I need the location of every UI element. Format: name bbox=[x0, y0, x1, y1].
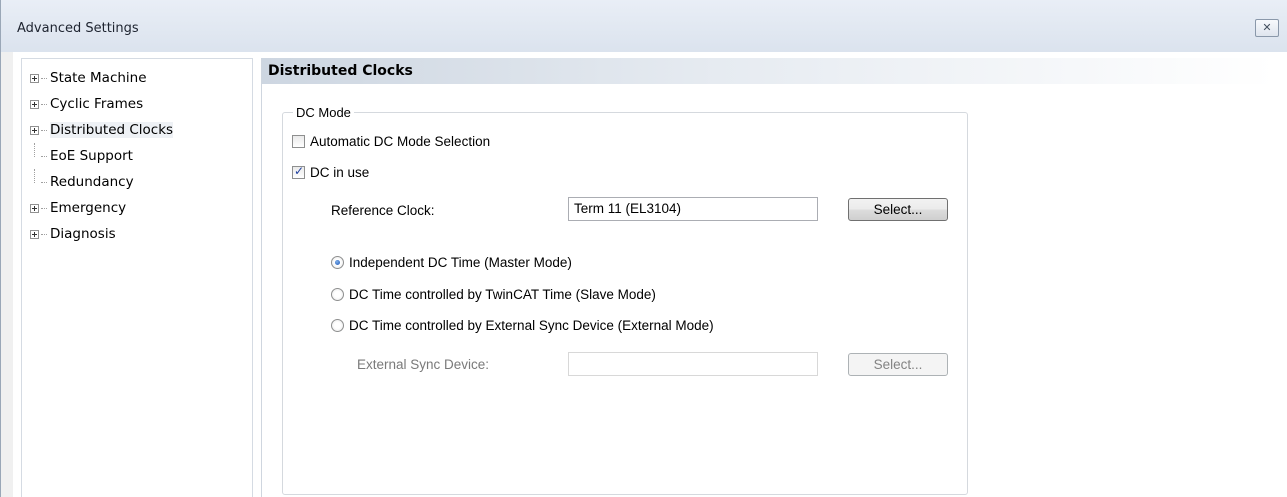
settings-tree: State Machine Cyclic Frames Distributed … bbox=[21, 58, 253, 497]
reference-clock-select-button[interactable]: Select... bbox=[848, 198, 948, 221]
external-sync-select-button[interactable]: Select... bbox=[848, 353, 948, 376]
tree-item-label: Redundancy bbox=[50, 174, 134, 190]
settings-content-pane: Distributed Clocks DC Mode Automatic DC … bbox=[261, 58, 1275, 497]
dc-in-use-checkbox[interactable] bbox=[292, 164, 305, 179]
auto-dc-mode-label: Automatic DC Mode Selection bbox=[310, 134, 491, 149]
dc-in-use-row[interactable]: DC in use bbox=[292, 164, 370, 180]
tree-item-state-machine[interactable]: State Machine bbox=[30, 65, 173, 91]
expand-icon[interactable] bbox=[30, 99, 39, 109]
tree-item-redundancy[interactable]: Redundancy bbox=[30, 168, 173, 195]
expand-icon[interactable] bbox=[30, 229, 39, 239]
section-header: Distributed Clocks bbox=[262, 58, 1275, 84]
tree-item-label: Emergency bbox=[50, 200, 127, 216]
radio-slave-mode-row[interactable]: DC Time controlled by TwinCAT Time (Slav… bbox=[331, 287, 656, 302]
dialog-body: State Machine Cyclic Frames Distributed … bbox=[13, 52, 1287, 497]
tree-item-emergency[interactable]: Emergency bbox=[30, 195, 173, 221]
reference-clock-label: Reference Clock: bbox=[331, 203, 435, 218]
radio-slave-mode[interactable] bbox=[331, 288, 344, 301]
close-icon: ✕ bbox=[1262, 21, 1272, 34]
external-sync-device-field[interactable] bbox=[568, 352, 818, 376]
tree-item-cyclic-frames[interactable]: Cyclic Frames bbox=[30, 91, 173, 117]
group-title: DC Mode bbox=[293, 105, 354, 120]
radio-master-mode-row[interactable]: Independent DC Time (Master Mode) bbox=[331, 255, 572, 270]
radio-external-mode-label: DC Time controlled by External Sync Devi… bbox=[349, 318, 714, 333]
tree-item-label: Diagnosis bbox=[50, 226, 116, 242]
tree-item-label: Distributed Clocks bbox=[50, 122, 174, 138]
title-bar: Advanced Settings ✕ bbox=[1, 0, 1287, 52]
window-title: Advanced Settings bbox=[17, 21, 139, 36]
auto-dc-mode-row[interactable]: Automatic DC Mode Selection bbox=[292, 134, 490, 149]
tree-item-label: Cyclic Frames bbox=[50, 96, 144, 112]
expand-icon[interactable] bbox=[30, 73, 39, 83]
advanced-settings-window: Advanced Settings ✕ State Machine Cyclic… bbox=[0, 0, 1287, 497]
reference-clock-field[interactable]: Term 11 (EL3104) bbox=[568, 197, 818, 221]
expand-icon[interactable] bbox=[30, 203, 39, 213]
radio-slave-mode-label: DC Time controlled by TwinCAT Time (Slav… bbox=[349, 287, 656, 302]
tree-item-label: State Machine bbox=[50, 70, 147, 86]
radio-master-mode[interactable] bbox=[331, 256, 344, 269]
tree-item-diagnosis[interactable]: Diagnosis bbox=[30, 221, 173, 247]
close-button[interactable]: ✕ bbox=[1255, 19, 1279, 37]
radio-external-mode[interactable] bbox=[331, 319, 344, 332]
radio-master-mode-label: Independent DC Time (Master Mode) bbox=[349, 255, 572, 270]
dc-in-use-label: DC in use bbox=[310, 165, 370, 180]
tree-item-eoe-support[interactable]: EoE Support bbox=[30, 142, 173, 169]
tree-item-label: EoE Support bbox=[50, 148, 133, 164]
tree-item-distributed-clocks[interactable]: Distributed Clocks bbox=[30, 117, 174, 143]
auto-dc-mode-checkbox[interactable] bbox=[292, 135, 305, 148]
radio-external-mode-row[interactable]: DC Time controlled by External Sync Devi… bbox=[331, 318, 714, 333]
dc-mode-group: DC Mode Automatic DC Mode Selection DC i… bbox=[282, 105, 968, 495]
expand-icon[interactable] bbox=[30, 125, 39, 135]
external-sync-device-label: External Sync Device: bbox=[357, 357, 490, 372]
